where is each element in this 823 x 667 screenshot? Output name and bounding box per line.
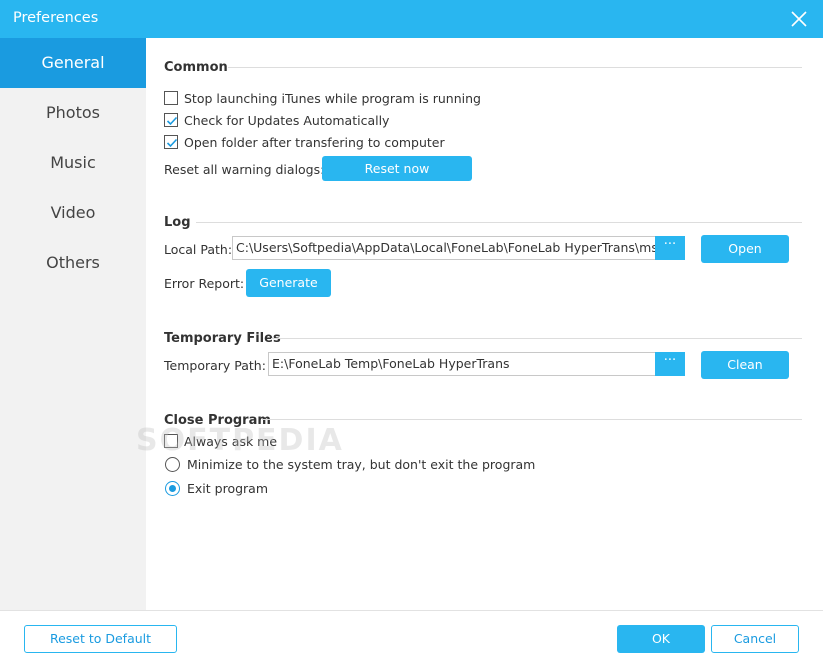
exit-program-label: Exit program [187,481,268,496]
section-title-log: Log [164,215,191,230]
section-title-common: Common [164,60,228,75]
open-log-button[interactable]: Open [701,235,789,263]
divider [262,419,802,420]
title-bar: Preferences [0,0,823,38]
divider [271,338,802,339]
open-folder-label: Open folder after transfering to compute… [184,135,445,150]
error-report-label: Error Report: [164,276,245,291]
close-icon[interactable] [789,9,809,29]
temporary-path-label: Temporary Path: [164,358,266,373]
local-path-label: Local Path: [164,242,233,257]
checkmark-icon [166,138,178,148]
generate-report-button[interactable]: Generate [246,269,331,297]
stop-itunes-checkbox[interactable] [164,91,178,105]
stop-itunes-label: Stop launching iTunes while program is r… [184,91,481,106]
local-path-input[interactable]: C:\Users\Softpedia\AppData\Local\FoneLab… [232,236,656,260]
sidebar-item-others[interactable]: Others [0,238,146,288]
ok-button[interactable]: OK [617,625,705,653]
temporary-path-browse-button[interactable]: ··· [655,352,685,376]
sidebar-item-video[interactable]: Video [0,188,146,238]
minimize-tray-radio[interactable] [165,457,180,472]
always-ask-label: Always ask me [184,434,278,449]
sidebar-item-general[interactable]: General [0,38,146,88]
reset-to-default-button[interactable]: Reset to Default [24,625,177,653]
section-title-close-program: Close Program [164,413,271,428]
divider [228,67,802,68]
content-panel: Common Stop launching iTunes while progr… [146,38,823,610]
sidebar: General Photos Music Video Others [0,38,146,610]
local-path-browse-button[interactable]: ··· [655,236,685,260]
open-folder-checkbox[interactable] [164,135,178,149]
window-title: Preferences [13,10,99,26]
exit-program-radio[interactable] [165,481,180,496]
minimize-tray-label: Minimize to the system tray, but don't e… [187,457,536,472]
check-updates-label: Check for Updates Automatically [184,113,390,128]
sidebar-item-photos[interactable]: Photos [0,88,146,138]
section-title-temporary-files: Temporary Files [164,331,281,346]
temporary-path-input[interactable]: E:\FoneLab Temp\FoneLab HyperTrans [268,352,656,376]
always-ask-checkbox[interactable] [164,434,178,448]
divider [196,222,802,223]
sidebar-item-music[interactable]: Music [0,138,146,188]
check-updates-checkbox[interactable] [164,113,178,127]
checkmark-icon [166,116,178,126]
cancel-button[interactable]: Cancel [711,625,799,653]
footer-bar: Reset to Default OK Cancel [0,610,823,667]
reset-warnings-label: Reset all warning dialogs: [164,162,325,177]
clean-button[interactable]: Clean [701,351,789,379]
reset-now-button[interactable]: Reset now [322,156,472,181]
